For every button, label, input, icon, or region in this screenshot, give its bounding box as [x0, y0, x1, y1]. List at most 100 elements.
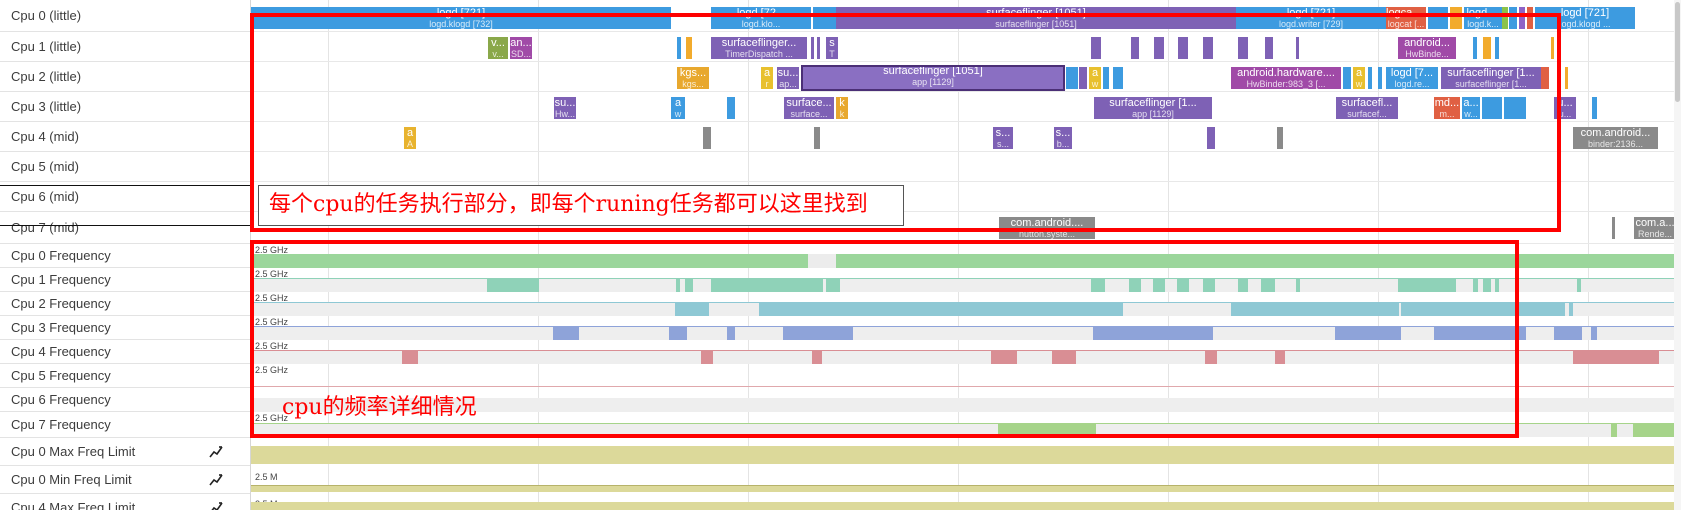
cpu-slice[interactable] [1519, 7, 1525, 29]
cpu-slice[interactable] [686, 37, 692, 59]
cpu-slice[interactable]: v... v... [488, 37, 508, 59]
cpu-slice[interactable] [1203, 37, 1213, 59]
track-label-cpu5[interactable]: Cpu 5 (mid) [0, 152, 250, 182]
cpu-slice[interactable] [1378, 67, 1382, 89]
track-label-freq7[interactable]: Cpu 7 Frequency [0, 412, 250, 438]
cpu-slice[interactable] [1296, 37, 1299, 59]
cpu-track-4[interactable] [251, 122, 1681, 152]
freq-track-1[interactable]: 2.5 GHz [251, 268, 1681, 292]
cpu-slice[interactable] [811, 37, 814, 59]
cpu-slice[interactable]: ar [761, 67, 773, 89]
cpu-slice[interactable]: logd [721] logd.writer [729] [1236, 7, 1386, 29]
max-freq-limit-track-4[interactable]: 2.5 M [251, 494, 1681, 510]
freq-track-5[interactable]: 2.5 GHz [251, 364, 1681, 388]
cpu-slice[interactable] [1482, 97, 1502, 119]
cpu-slice[interactable]: logd ... logd.k... [1464, 7, 1502, 29]
cpu-slice[interactable] [1131, 37, 1139, 59]
cpu-slice[interactable] [1113, 67, 1123, 89]
cpu-slice[interactable]: com.android.... nutton.syste... [999, 217, 1095, 239]
cpu-slice[interactable] [1509, 7, 1517, 29]
cpu-slice[interactable]: android... HwBinde... [1398, 37, 1456, 59]
track-label-cpu0[interactable]: Cpu 0 (little) [0, 0, 250, 32]
cpu-slice[interactable]: logd [7... logd.re... [1386, 67, 1438, 89]
cpu-track-5[interactable] [251, 152, 1681, 182]
cpu-slice[interactable]: aw [1089, 67, 1101, 89]
cpu-slice[interactable] [1238, 37, 1248, 59]
cpu-track-1[interactable] [251, 32, 1681, 62]
selected-cpu-slice[interactable]: surfaceflinger [1051] app [1129] [801, 65, 1065, 91]
cpu-slice[interactable]: aA [404, 127, 416, 149]
cpu-slice[interactable]: surfaceflinger [1051] surfaceflinger [105… [836, 7, 1236, 29]
cpu-slice[interactable]: su... Hw... [554, 97, 576, 119]
track-label-freq2[interactable]: Cpu 2 Frequency [0, 292, 250, 316]
track-label-max0[interactable]: Cpu 0 Max Freq Limit [0, 438, 250, 466]
cpu-slice[interactable] [1541, 67, 1549, 89]
cpu-slice[interactable]: logd [721] logd.klogd ... [1535, 7, 1635, 29]
cpu-slice[interactable] [1368, 67, 1372, 89]
cpu-slice[interactable]: s... s... [993, 127, 1013, 149]
cpu-slice[interactable] [1527, 7, 1533, 29]
cpu-slice[interactable]: surfaceflinger [1... surfaceflinger [1... [1441, 67, 1541, 89]
cpu-slice[interactable] [1551, 37, 1554, 59]
cpu-slice[interactable] [817, 37, 820, 59]
cpu-slice[interactable] [1277, 127, 1283, 149]
track-label-cpu6[interactable]: Cpu 6 (mid) [0, 182, 250, 212]
cpu-slice[interactable]: android.hardware.... HwBinder:983_3 [... [1231, 67, 1341, 89]
freq-track-0[interactable]: 2.5 GHz [251, 244, 1681, 268]
cpu-slice[interactable]: surfaceflinger [1... app [1129] [1094, 97, 1212, 119]
track-label-cpu7[interactable]: Cpu 7 (mid) [0, 212, 250, 244]
line-chart-icon[interactable] [209, 445, 223, 458]
cpu-slice[interactable]: kgs... kgs... [677, 67, 709, 89]
cpu-slice[interactable]: com.a... Rende... [1634, 217, 1676, 239]
freq-track-2[interactable]: 2.5 GHz [251, 292, 1681, 316]
cpu-slice[interactable]: u... u... [1554, 97, 1576, 119]
cpu-slice[interactable]: s... b... [1054, 127, 1072, 149]
line-chart-icon[interactable] [209, 501, 223, 510]
freq-track-4[interactable]: 2.5 GHz [251, 340, 1681, 364]
cpu-slice[interactable]: logcat [...logcat [... [1386, 7, 1426, 29]
freq-track-3[interactable]: 2.5 GHz [251, 316, 1681, 340]
cpu-slice[interactable] [1265, 37, 1273, 59]
cpu-slice[interactable] [677, 37, 681, 59]
cpu-slice[interactable] [814, 127, 820, 149]
cpu-slice[interactable] [1079, 67, 1087, 89]
track-label-cpu4[interactable]: Cpu 4 (mid) [0, 122, 250, 152]
track-label-freq6[interactable]: Cpu 6 Frequency [0, 388, 250, 412]
track-label-min0[interactable]: Cpu 0 Min Freq Limit [0, 466, 250, 494]
cpu-slice[interactable]: aw [1353, 67, 1365, 89]
cpu-slice[interactable]: an... SD... [510, 37, 532, 59]
cpu-slice[interactable]: logd [72... logd.klo... [711, 7, 811, 29]
track-label-freq4[interactable]: Cpu 4 Frequency [0, 340, 250, 364]
track-label-freq1[interactable]: Cpu 1 Frequency [0, 268, 250, 292]
cpu-slice[interactable] [1495, 37, 1499, 59]
cpu-slice[interactable]: surfaceflinger... TimerDispatch ... [711, 37, 807, 59]
track-label-cpu1[interactable]: Cpu 1 (little) [0, 32, 250, 62]
cpu-slice[interactable] [1450, 7, 1462, 29]
cpu-slice[interactable] [1592, 97, 1597, 119]
cpu-slice[interactable]: a... w... [1462, 97, 1480, 119]
cpu-slice[interactable] [1473, 37, 1477, 59]
cpu-slice[interactable]: md... m... [1434, 97, 1460, 119]
track-label-freq3[interactable]: Cpu 3 Frequency [0, 316, 250, 340]
cpu-slice[interactable] [1066, 67, 1078, 89]
track-label-freq5[interactable]: Cpu 5 Frequency [0, 364, 250, 388]
cpu-slice[interactable]: surface... surface... [784, 97, 834, 119]
cpu-slice[interactable]: sT [826, 37, 838, 59]
scrollbar-thumb[interactable] [1675, 2, 1680, 102]
cpu-slice[interactable] [1207, 127, 1215, 149]
cpu-slice[interactable] [1428, 7, 1448, 29]
cpu-slice[interactable] [1178, 37, 1188, 59]
vertical-scrollbar[interactable] [1674, 0, 1681, 510]
cpu-slice[interactable]: surfacefl... surfacef... [1336, 97, 1398, 119]
cpu-slice[interactable] [1502, 7, 1508, 29]
track-label-cpu3[interactable]: Cpu 3 (little) [0, 92, 250, 122]
min-freq-limit-track-0[interactable]: 2.5 M [251, 466, 1681, 494]
cpu-slice[interactable] [703, 127, 711, 149]
cpu-slice[interactable]: su... ap... [777, 67, 799, 89]
cpu-slice[interactable]: aw [671, 97, 685, 119]
track-label-max4[interactable]: Cpu 4 Max Freq Limit [0, 494, 250, 510]
cpu-slice[interactable]: com.android... binder:2136... [1573, 127, 1658, 149]
cpu-slice[interactable] [1504, 97, 1526, 119]
cpu-slice[interactable] [1343, 67, 1351, 89]
cpu-slice[interactable] [1154, 37, 1164, 59]
